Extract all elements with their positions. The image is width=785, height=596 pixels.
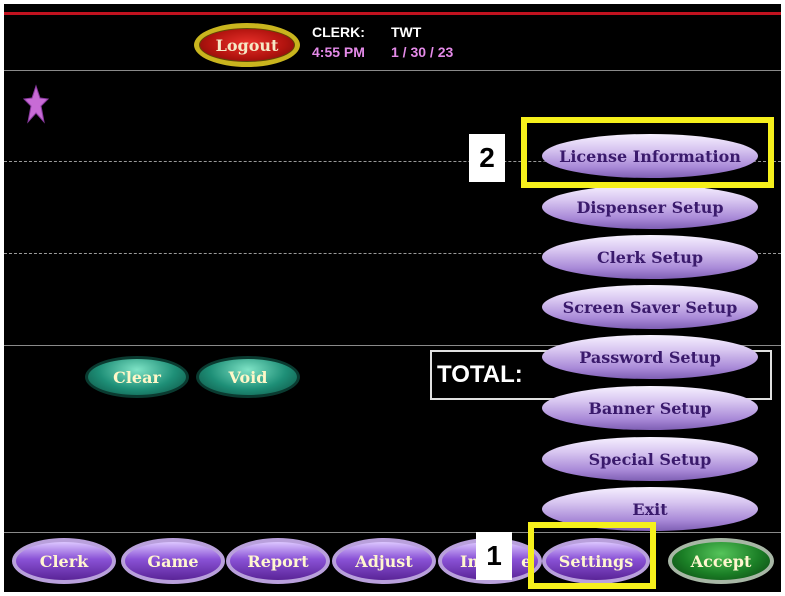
logout-button[interactable]: Logout xyxy=(194,23,300,67)
top-accent-line xyxy=(4,12,781,15)
menu-item-password-setup[interactable]: Password Setup xyxy=(542,335,758,379)
total-label: TOTAL: xyxy=(437,361,523,388)
accept-button[interactable]: Accept xyxy=(668,538,774,584)
highlight-box-license-information xyxy=(521,117,774,188)
step-1-label: 1 xyxy=(476,532,512,580)
header-divider xyxy=(4,70,781,71)
void-button[interactable]: Void xyxy=(196,356,300,398)
pos-screen: Logout CLERK: TWT 4:55 PM 1 / 30 / 23 Cl… xyxy=(4,4,781,592)
adjust-tab-button[interactable]: Adjust xyxy=(332,538,436,584)
clerk-label: CLERK: xyxy=(312,24,365,40)
star-icon xyxy=(23,84,49,124)
current-date: 1 / 30 / 23 xyxy=(391,44,454,60)
current-time: 4:55 PM xyxy=(312,44,365,60)
clerk-value: TWT xyxy=(391,24,422,40)
menu-item-dispenser-setup[interactable]: Dispenser Setup xyxy=(542,185,758,229)
menu-item-special-setup[interactable]: Special Setup xyxy=(542,437,758,481)
menu-item-clerk-setup[interactable]: Clerk Setup xyxy=(542,235,758,279)
clerk-tab-button[interactable]: Clerk xyxy=(12,538,116,584)
game-tab-button[interactable]: Game xyxy=(121,538,225,584)
step-2-label: 2 xyxy=(469,134,505,182)
highlight-box-settings xyxy=(528,522,656,589)
menu-item-banner-setup[interactable]: Banner Setup xyxy=(542,386,758,430)
report-tab-button[interactable]: Report xyxy=(226,538,330,584)
menu-item-screen-saver-setup[interactable]: Screen Saver Setup xyxy=(542,285,758,329)
bottom-bar-divider xyxy=(4,532,781,533)
clear-button[interactable]: Clear xyxy=(85,356,189,398)
